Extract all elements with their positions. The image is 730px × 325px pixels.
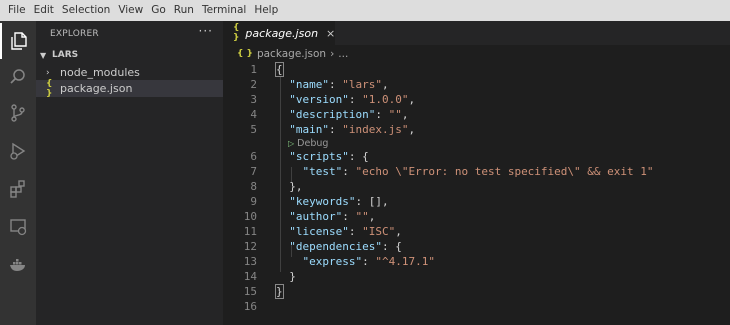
code-line: "version": "1.0.0",	[289, 93, 416, 106]
line-number: 4	[250, 108, 257, 121]
folder-section-lars[interactable]: ▼ LARS	[36, 47, 223, 63]
code-line: "description": "",	[289, 108, 409, 121]
code-line: },	[276, 180, 303, 193]
code-editor[interactable]: 1 {2 "name": "lars", 3 "version": "1.0.0",…	[223, 62, 730, 325]
line-number: 13	[243, 255, 257, 268]
docker-icon	[10, 259, 25, 271]
tab-package-json[interactable]: { } package.json ×	[223, 21, 335, 45]
code-line: "scripts": {	[289, 150, 369, 163]
code-line: "name": "lars",	[289, 78, 389, 91]
activity-bar	[0, 21, 36, 325]
tab-label: package.json	[245, 26, 319, 40]
folder-section-label: LARS	[52, 50, 79, 60]
menu-file[interactable]: File	[4, 0, 30, 21]
chevron-down-icon: ▼	[40, 50, 47, 60]
code-line: "author": "",	[289, 210, 376, 223]
debug-codelens[interactable]: ▷ Debug	[288, 137, 328, 151]
line-number: 12	[243, 240, 257, 253]
tree-item-label: node_modules	[60, 66, 140, 79]
source-control-icon	[11, 104, 25, 122]
tree-item-node-modules[interactable]: › node_modules	[36, 64, 223, 81]
line-number: 1	[250, 63, 257, 76]
menu-terminal[interactable]: Terminal	[198, 0, 250, 21]
play-icon: ▷	[288, 139, 295, 148]
menu-go[interactable]: Go	[147, 0, 170, 21]
search-icon	[10, 69, 25, 84]
code-line: "license": "ISC",	[289, 225, 402, 238]
line-number: 6	[250, 150, 257, 163]
activity-explorer[interactable]	[0, 23, 36, 59]
sidebar-title: EXPLORER	[50, 29, 99, 39]
extensions-icon	[10, 180, 25, 198]
breadcrumb: { } package.json › ...	[223, 45, 730, 62]
code-line: "keywords": [],	[289, 195, 389, 208]
close-icon[interactable]: ×	[326, 27, 335, 40]
breadcrumb-separator: ›	[330, 47, 335, 60]
remote-explorer-icon	[10, 219, 27, 236]
breadcrumb-more[interactable]: ...	[338, 48, 348, 60]
line-number: 16	[243, 300, 257, 313]
menu-bar: File Edit Selection View Go Run Terminal…	[0, 0, 730, 21]
line-number: 5	[250, 123, 257, 136]
activity-remote-explorer[interactable]	[0, 209, 36, 245]
run-debug-icon	[10, 142, 26, 160]
menu-selection[interactable]: Selection	[58, 0, 114, 21]
json-file-icon: { }	[233, 23, 240, 43]
line-number: 7	[250, 165, 257, 178]
line-number: 9	[250, 195, 257, 208]
line-number: 3	[250, 93, 257, 106]
line-number: 11	[243, 225, 257, 238]
menu-run[interactable]: Run	[170, 0, 198, 21]
activity-extensions[interactable]	[0, 171, 36, 207]
json-file-icon: { }	[46, 78, 53, 99]
line-number: 14	[243, 270, 257, 283]
activity-docker[interactable]	[0, 247, 36, 283]
tree-item-label: package.json	[60, 82, 133, 95]
line-number: 8	[250, 180, 257, 193]
tree-item-package-json[interactable]: { } package.json	[36, 78, 223, 99]
code-line: "main": "index.js",	[289, 123, 416, 136]
codelens-label: Debug	[297, 138, 329, 149]
files-icon	[11, 32, 27, 50]
activity-run-debug[interactable]	[0, 133, 36, 169]
chevron-right-icon: ›	[46, 67, 50, 78]
activity-search[interactable]	[0, 59, 36, 95]
code-line: "dependencies": {	[289, 240, 402, 253]
json-file-icon: { }	[237, 48, 253, 59]
line-number: 10	[243, 210, 257, 223]
code-line: }	[276, 270, 296, 283]
explorer-sidebar: EXPLORER ··· ▼ LARS › node_modules { } p…	[36, 21, 223, 325]
code-line: "express": "^4.17.1"	[302, 255, 435, 268]
breadcrumb-file[interactable]: package.json	[257, 48, 326, 60]
line-number: 15	[243, 285, 257, 298]
code-line: }	[275, 284, 284, 299]
menu-help[interactable]: Help	[250, 0, 282, 21]
code-line: {	[275, 62, 284, 77]
editor-tab-bar: { } package.json ×	[223, 21, 730, 45]
menu-view[interactable]: View	[114, 0, 147, 21]
activity-source-control[interactable]	[0, 95, 36, 131]
menu-edit[interactable]: Edit	[30, 0, 58, 21]
line-number: 2	[250, 78, 257, 91]
code-line: "test": "echo \"Error: no test specified…	[302, 165, 654, 178]
more-actions-icon[interactable]: ···	[199, 24, 213, 38]
